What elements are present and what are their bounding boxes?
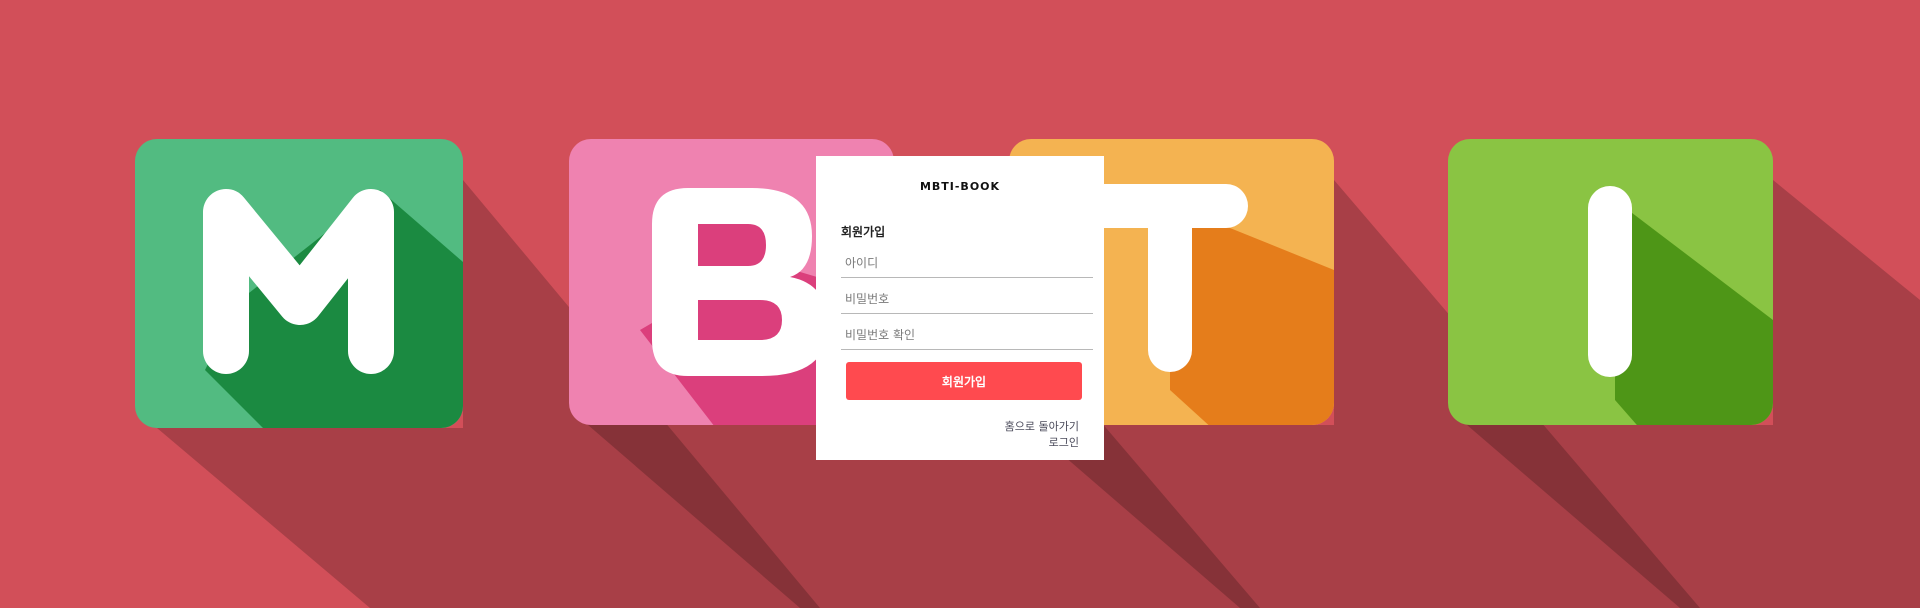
letter-b (652, 188, 828, 376)
page-background: MBTI-BOOK 회원가입 회원가입 홈으로 돌아가기 로그인 (0, 0, 1920, 608)
password-confirm-input[interactable] (841, 320, 1093, 350)
password-input[interactable] (841, 284, 1093, 314)
signup-card: MBTI-BOOK 회원가입 회원가입 홈으로 돌아가기 로그인 (816, 156, 1104, 460)
home-link[interactable]: 홈으로 돌아가기 (1005, 418, 1079, 434)
signup-heading: 회원가입 (841, 225, 886, 239)
tile-m (135, 139, 463, 428)
signup-button[interactable]: 회원가입 (846, 362, 1082, 400)
login-link[interactable]: 로그인 (1049, 434, 1079, 450)
tile-i (1448, 139, 1773, 425)
id-input[interactable] (841, 248, 1093, 278)
brand-title: MBTI-BOOK (919, 180, 1001, 193)
